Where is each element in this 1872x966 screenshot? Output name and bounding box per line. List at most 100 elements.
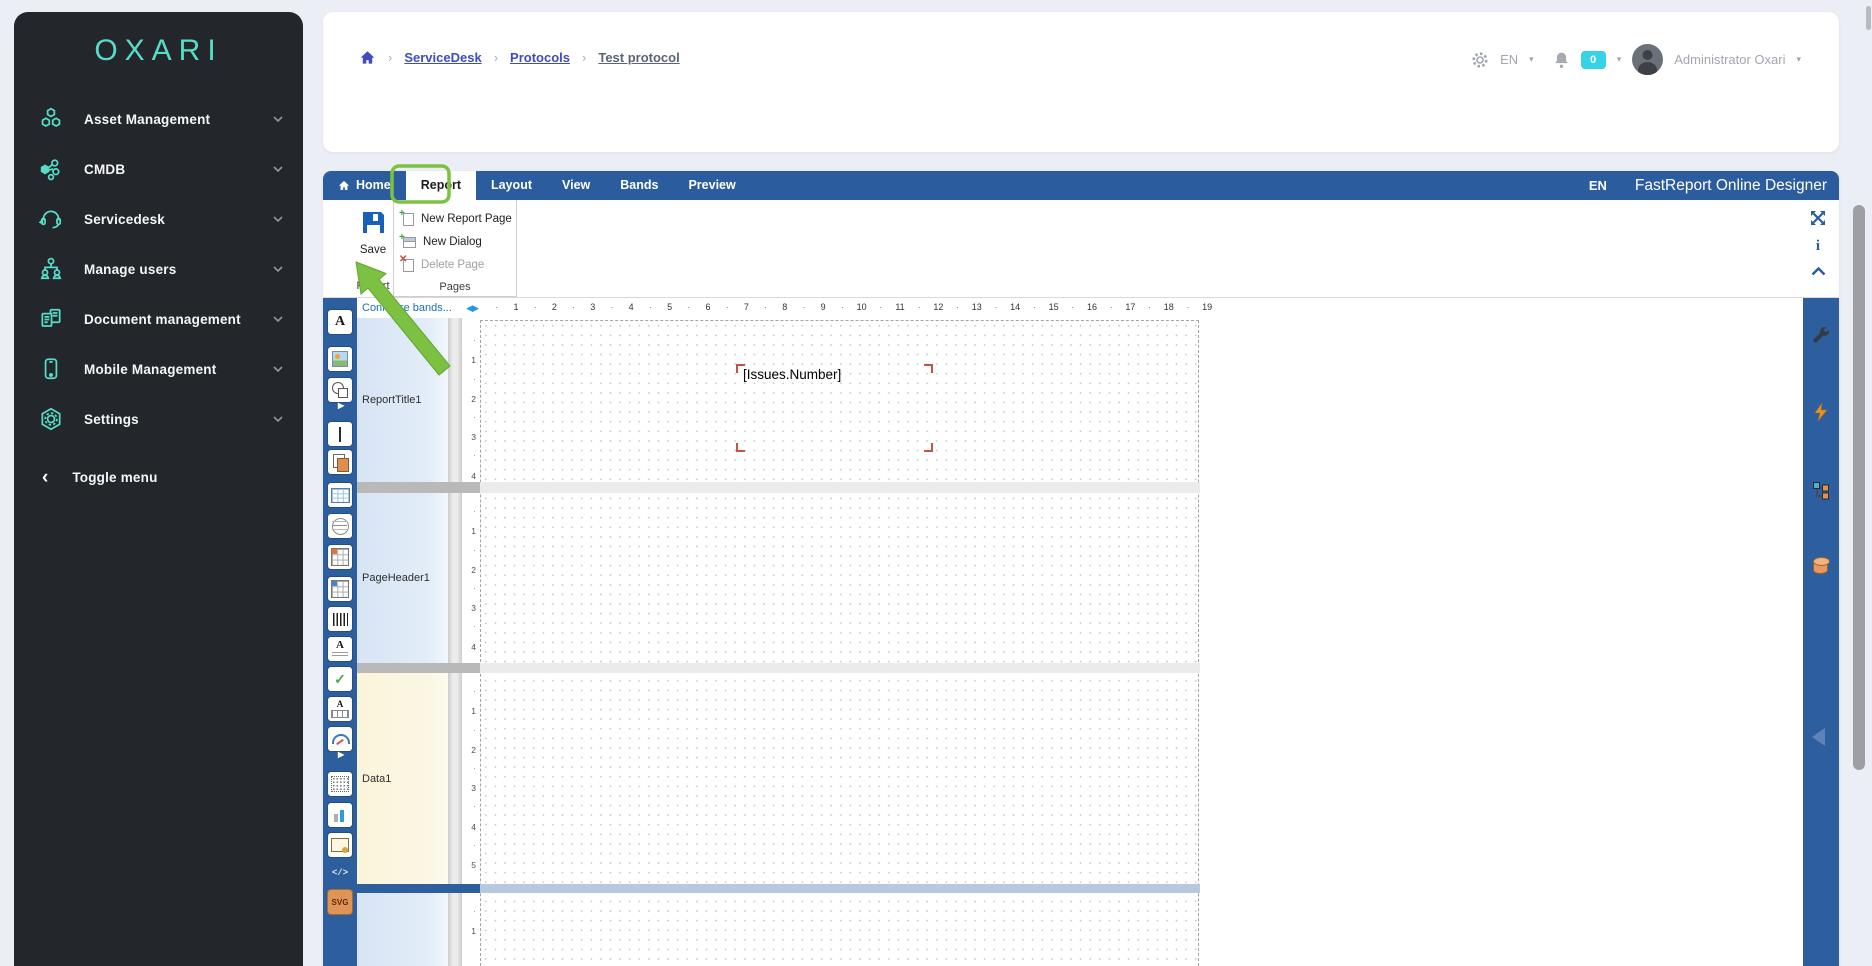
subreport-tool[interactable] — [328, 450, 352, 474]
home-icon[interactable] — [359, 50, 376, 65]
ruler-dot: · — [534, 302, 537, 312]
h-ruler: ▶ ·1·2·3·4·5·6·7·8·9·10·11·12·13·14·15·1… — [480, 300, 1204, 317]
band-separator-selected[interactable] — [357, 884, 480, 893]
toggle-menu-button[interactable]: ‹ Toggle menu — [14, 454, 303, 500]
avatar[interactable] — [1632, 44, 1663, 75]
band-page-header[interactable]: PageHeader1 — [357, 493, 448, 663]
designer-workspace: A ▶ A ✓ A ▶ </> SVG Configure bands... ◀▶ Repor… — [323, 298, 1839, 966]
configure-bands-link[interactable]: Configure bands... — [357, 302, 466, 314]
fullscreen-icon[interactable] — [1810, 210, 1826, 226]
tab-report[interactable]: Report — [406, 171, 476, 200]
collapse-ribbon-icon[interactable] — [1811, 267, 1826, 276]
ruler-dot: · — [462, 621, 476, 631]
checkbox-tool[interactable]: ✓ — [328, 667, 352, 691]
tab-bands[interactable]: Bands — [605, 171, 673, 200]
tab-home[interactable]: Home — [323, 171, 406, 200]
matrix-tool[interactable] — [328, 545, 352, 569]
chevron-down-icon — [273, 216, 283, 223]
sidebar-item-cmdb[interactable]: CMDB — [14, 144, 303, 194]
breadcrumb-link-protocols[interactable]: Protocols — [510, 50, 570, 65]
breadcrumb-card: › ServiceDesk › Protocols › Test protoco… — [323, 12, 1839, 152]
events-lightning-icon[interactable] — [1811, 402, 1831, 422]
collapse-panel-icon[interactable] — [1812, 728, 1825, 746]
sidebar-item-label: Document management — [84, 312, 253, 327]
ruler-dot: · — [879, 302, 882, 312]
properties-wrench-icon[interactable] — [1811, 325, 1831, 345]
report-tree-icon[interactable] — [1811, 480, 1831, 500]
svg-tool[interactable]: SVG — [328, 890, 352, 914]
ruler-number: 6 — [705, 302, 710, 312]
language-selector[interactable]: EN — [1500, 52, 1518, 67]
page-scrollbar-thumb[interactable] — [1853, 205, 1865, 770]
ruler-number: 1 — [462, 926, 476, 936]
notification-badge[interactable]: 0 — [1581, 51, 1606, 69]
ruler-number: 7 — [744, 302, 749, 312]
v-ruler: ·1·2·3·4·1·2·3·4·1·2·3·4·5·1 — [462, 318, 480, 966]
band-next[interactable] — [357, 893, 448, 966]
band-nav-arrows-icon[interactable]: ◀▶ — [466, 303, 480, 314]
cellular-text-tool[interactable]: A — [328, 697, 352, 721]
ruler-dot: · — [462, 583, 476, 593]
ruler-dot: · — [995, 302, 998, 312]
band-resize-strip[interactable] — [448, 318, 462, 966]
person-silhouette-icon — [1632, 44, 1663, 75]
matrix-summary-tool[interactable] — [328, 577, 352, 601]
info-icon[interactable]: i — [1816, 238, 1820, 255]
sidebar-item-settings[interactable]: Settings — [14, 394, 303, 444]
band-data[interactable]: Data1 — [357, 673, 448, 884]
panels-toolbar — [1803, 298, 1839, 966]
designer-ribbon: Save Report New Report Page New Dialog D… — [323, 200, 1839, 298]
band-separator[interactable] — [357, 663, 480, 673]
sidebar-item-document-management[interactable]: Document management — [14, 294, 303, 344]
sidebar-item-servicedesk[interactable]: Servicedesk — [14, 194, 303, 244]
ruler-number: 16 — [1087, 302, 1097, 312]
caret-down-icon[interactable]: ▾ — [1529, 54, 1534, 65]
sidebar-item-manage-users[interactable]: Manage users — [14, 244, 303, 294]
gauge-flyout-icon[interactable]: ▶ — [328, 749, 352, 759]
shape-tool[interactable] — [328, 378, 352, 402]
breadcrumb-separator: › — [582, 50, 586, 65]
ruler-dot: · — [462, 725, 476, 735]
caret-down-icon[interactable]: ▾ — [1617, 54, 1622, 65]
caret-down-icon[interactable]: ▾ — [1796, 54, 1801, 65]
gauge-tool[interactable] — [328, 727, 352, 751]
table-tool[interactable] — [328, 483, 352, 507]
line-tool[interactable] — [328, 422, 352, 446]
barcode-tool[interactable] — [328, 607, 352, 631]
menu-item-new-dialog[interactable]: New Dialog — [403, 231, 482, 253]
tab-layout[interactable]: Layout — [476, 171, 547, 200]
map-tool[interactable] — [328, 514, 352, 538]
tab-preview[interactable]: Preview — [673, 171, 750, 200]
page-scrollbar-top-thumb[interactable] — [1866, 6, 1871, 30]
band-report-title[interactable]: ReportTitle1 — [357, 318, 448, 482]
signature-tool[interactable] — [328, 833, 352, 857]
sidebar-item-mobile-management[interactable]: Mobile Management — [14, 344, 303, 394]
shape-flyout-icon[interactable]: ▶ — [328, 400, 352, 410]
gear-icon[interactable] — [1471, 51, 1489, 69]
menu-item-delete-page[interactable]: Delete Page — [403, 254, 484, 276]
ruler-number: 4 — [462, 471, 476, 481]
dotted-table-tool[interactable] — [328, 772, 352, 796]
breadcrumb-link-servicedesk[interactable]: ServiceDesk — [404, 50, 481, 65]
designer-language[interactable]: EN — [1589, 178, 1607, 193]
html-tool[interactable]: </> — [328, 861, 352, 885]
picture-tool[interactable] — [328, 347, 352, 371]
rich-text-tool[interactable]: A — [328, 637, 352, 661]
designer-brand: FastReport Online Designer — [1635, 177, 1827, 195]
documents-icon — [38, 306, 64, 332]
bell-icon[interactable] — [1553, 51, 1570, 69]
tab-view[interactable]: View — [547, 171, 605, 200]
ruler-number: 1 — [513, 302, 518, 312]
fastreport-designer: Home Report Layout View Bands Preview EN… — [323, 171, 1839, 966]
ruler-number: 12 — [933, 302, 943, 312]
ruler-number: 5 — [667, 302, 672, 312]
sidebar-item-asset-management[interactable]: Asset Management — [14, 94, 303, 144]
menu-item-new-report-page[interactable]: New Report Page — [403, 208, 512, 230]
data-sources-database-icon[interactable] — [1813, 560, 1828, 574]
text-tool[interactable]: A — [328, 310, 352, 334]
chart-tool[interactable] — [328, 803, 352, 827]
band-separator[interactable] — [357, 482, 480, 493]
ruler-dot: · — [462, 801, 476, 811]
ruler-number: 15 — [1049, 302, 1059, 312]
field-object-issues-number[interactable]: [Issues.Number] — [736, 364, 933, 452]
